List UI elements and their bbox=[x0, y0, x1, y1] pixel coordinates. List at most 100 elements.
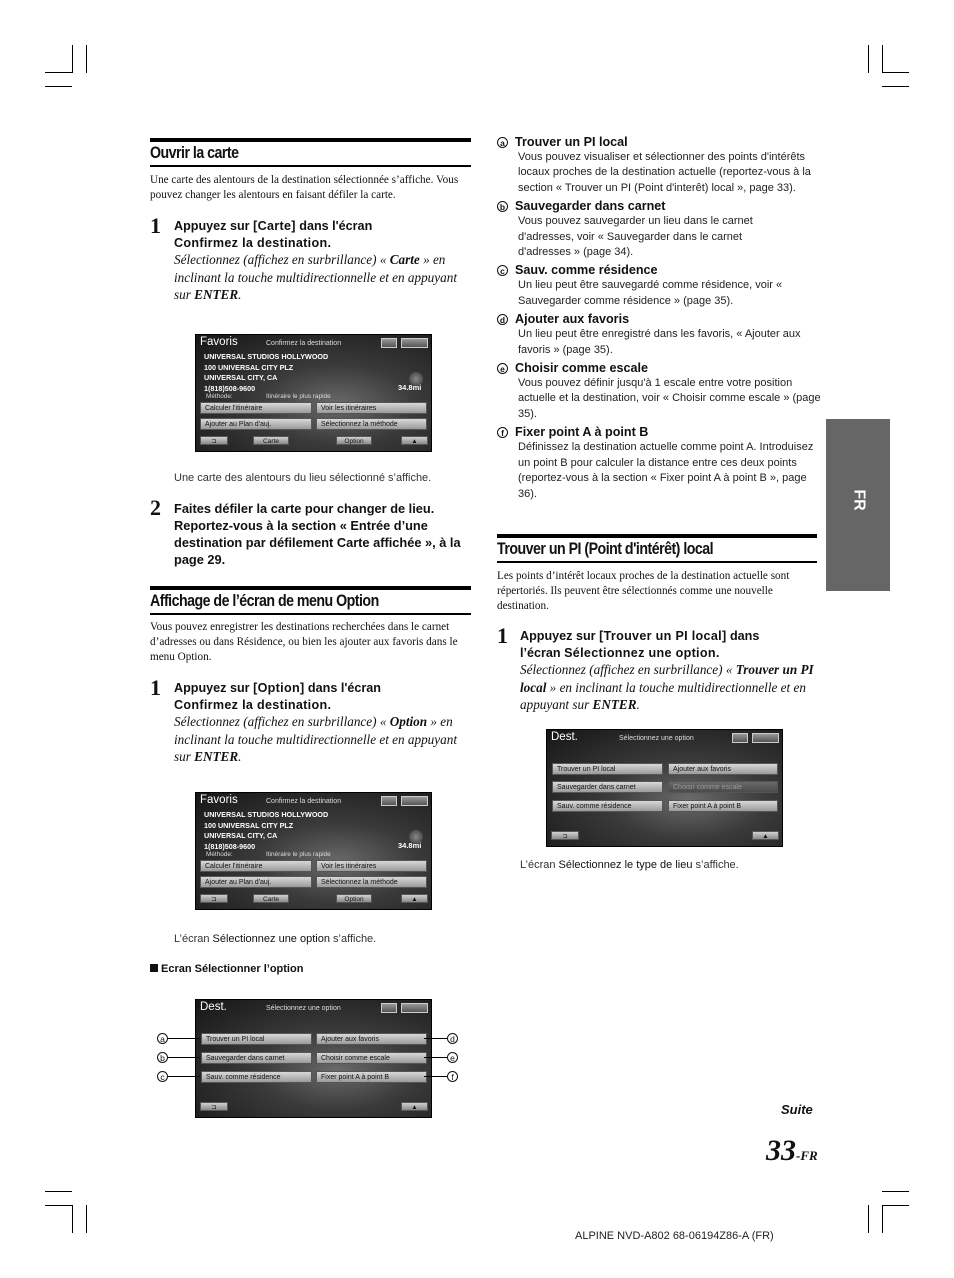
option-item-d: d Ajouter aux favoris Un lieu peut être e… bbox=[497, 312, 822, 358]
add-to-plan-button[interactable]: Ajouter au Plan d'auj. bbox=[200, 418, 312, 430]
heading-text: Affichage de l’écran de menu Option bbox=[150, 592, 379, 610]
select-method-button[interactable]: Sélectionnez la méthode bbox=[316, 418, 427, 430]
screen-caption: L’écran Sélectionnez le type de lieu s’a… bbox=[520, 859, 739, 871]
screen-select-option: Dest. Sélectionnez une option Trouver un… bbox=[195, 999, 432, 1118]
crop-mark bbox=[45, 1205, 72, 1206]
back-button[interactable]: ⊐ bbox=[551, 831, 579, 840]
section-intro: Les points d’intérêt locaux proches de l… bbox=[497, 570, 790, 612]
set-waypoint-button[interactable]: Choisir comme escale bbox=[668, 781, 778, 793]
step-number: 1 bbox=[150, 675, 161, 700]
section-intro: Une carte des alentours de la destinatio… bbox=[150, 174, 459, 201]
keyboard-icon[interactable] bbox=[752, 733, 779, 743]
method-value: Itinéraire le plus rapide bbox=[266, 393, 331, 400]
section-heading-ouvrir-carte: Ouvrir la carte bbox=[150, 138, 471, 167]
crop-mark bbox=[882, 45, 883, 73]
up-button[interactable]: ▲ bbox=[401, 1102, 428, 1111]
callout-a: a bbox=[157, 1033, 168, 1044]
add-favorites-button[interactable]: Ajouter aux favoris bbox=[316, 1033, 427, 1045]
callout-line bbox=[168, 1057, 200, 1058]
view-routes-button[interactable]: Voir les itinéraires bbox=[316, 860, 427, 872]
screen-confirm-destination-2: Favoris Confirmez la destination UNIVERS… bbox=[195, 792, 432, 910]
save-home-button[interactable]: Sauv. comme résidence bbox=[552, 800, 663, 812]
find-local-poi-button[interactable]: Trouver un PI local bbox=[201, 1033, 312, 1045]
crop-mark bbox=[868, 1205, 869, 1233]
screen-caption: Une carte des alentours du lieu sélectio… bbox=[174, 472, 432, 484]
callout-b: b bbox=[157, 1052, 168, 1063]
method-value: Itinéraire le plus rapide bbox=[266, 851, 331, 858]
save-addressbook-button[interactable]: Sauvegarder dans carnet bbox=[201, 1052, 312, 1064]
option-item-e: e Choisir comme escale Vous pouvez défini… bbox=[497, 361, 822, 422]
method-label: Méthode: bbox=[206, 393, 233, 400]
section-intro: Vous pouvez enregistrer les destinations… bbox=[150, 621, 458, 663]
step-number: 1 bbox=[497, 623, 508, 648]
callout-line bbox=[168, 1076, 200, 1077]
crop-mark bbox=[45, 86, 72, 87]
map-view-icon[interactable] bbox=[381, 796, 397, 806]
screen-subtitle: Sélectionnez une option bbox=[619, 735, 694, 742]
up-button[interactable]: ▲ bbox=[752, 831, 779, 840]
option-item-c: c Sauv. comme résidence Un lieu peut être… bbox=[497, 263, 822, 309]
screen-caption: L’écran Sélectionnez une option s’affich… bbox=[174, 933, 377, 945]
callout-line bbox=[168, 1038, 200, 1039]
save-addressbook-button[interactable]: Sauvegarder dans carnet bbox=[552, 781, 663, 793]
map-view-icon[interactable] bbox=[732, 733, 748, 743]
carte-button[interactable]: Carte bbox=[253, 436, 289, 445]
callout-e: e bbox=[447, 1052, 458, 1063]
crop-mark bbox=[882, 86, 909, 87]
up-button[interactable]: ▲ bbox=[401, 894, 428, 903]
screen-title: Favoris bbox=[200, 336, 238, 348]
find-local-poi-button[interactable]: Trouver un PI local bbox=[552, 763, 663, 775]
calculate-route-button[interactable]: Calculer l'itinéraire bbox=[200, 860, 312, 872]
add-favorites-button[interactable]: Ajouter aux favoris bbox=[668, 763, 778, 775]
square-bullet-icon bbox=[150, 964, 158, 972]
screen-subtitle: Sélectionnez une option bbox=[266, 1005, 341, 1012]
method-label: Méthode: bbox=[206, 851, 233, 858]
option-button[interactable]: Option bbox=[336, 894, 372, 903]
up-button[interactable]: ▲ bbox=[401, 436, 428, 445]
callout-line bbox=[424, 1076, 447, 1077]
callout-d: d bbox=[447, 1033, 458, 1044]
crop-mark bbox=[86, 1205, 87, 1233]
carte-button[interactable]: Carte bbox=[253, 894, 289, 903]
point-a-to-b-button[interactable]: Fixer point A à point B bbox=[668, 800, 778, 812]
crop-mark bbox=[72, 45, 73, 73]
callout-f: f bbox=[447, 1071, 458, 1082]
section-heading-trouver-pi: Trouver un PI (Point d'intérêt) local bbox=[497, 534, 817, 563]
add-to-plan-button[interactable]: Ajouter au Plan d'auj. bbox=[200, 876, 312, 888]
select-method-button[interactable]: Sélectionnez la méthode bbox=[316, 876, 427, 888]
step-instruction: Appuyez sur [Trouver un PI local] dans l… bbox=[520, 629, 814, 712]
set-waypoint-button[interactable]: Choisir comme escale bbox=[316, 1052, 427, 1064]
keyboard-icon[interactable] bbox=[401, 338, 428, 348]
crop-mark bbox=[45, 72, 72, 73]
destination-info: UNIVERSAL STUDIOS HOLLYWOOD 100 UNIVERSAL… bbox=[204, 810, 329, 851]
back-button[interactable]: ⊐ bbox=[200, 436, 228, 445]
crop-mark bbox=[86, 45, 87, 73]
page-number: 33-FR bbox=[766, 1134, 818, 1167]
back-button[interactable]: ⊐ bbox=[200, 894, 228, 903]
screen-confirm-destination-1: Favoris Confirmez la destination UNIVERS… bbox=[195, 334, 432, 452]
callout-c: c bbox=[157, 1071, 168, 1082]
view-routes-button[interactable]: Voir les itinéraires bbox=[316, 402, 427, 414]
calculate-route-button[interactable]: Calculer l'itinéraire bbox=[200, 402, 312, 414]
callout-line bbox=[424, 1057, 447, 1058]
crop-mark bbox=[868, 45, 869, 73]
save-home-button[interactable]: Sauv. comme résidence bbox=[201, 1071, 312, 1083]
continued-label: Suite bbox=[781, 1102, 813, 1117]
model-footer: ALPINE NVD-A802 68-06194Z86-A (FR) bbox=[575, 1230, 774, 1242]
step-instruction: Appuyez sur [Carte] dans l'écran Confirm… bbox=[174, 219, 457, 302]
step-instruction: Faites défiler la carte pour changer de … bbox=[174, 501, 461, 567]
map-view-icon[interactable] bbox=[381, 338, 397, 348]
back-button[interactable]: ⊐ bbox=[200, 1102, 228, 1111]
keyboard-icon[interactable] bbox=[401, 1003, 428, 1013]
crop-mark bbox=[882, 1205, 883, 1233]
option-button[interactable]: Option bbox=[336, 436, 372, 445]
screen-title: Dest. bbox=[551, 731, 578, 743]
crop-mark bbox=[882, 1191, 909, 1192]
map-view-icon[interactable] bbox=[381, 1003, 397, 1013]
subheading: Ecran Sélectionner l’option bbox=[150, 963, 303, 975]
destination-info: UNIVERSAL STUDIOS HOLLYWOOD 100 UNIVERSAL… bbox=[204, 352, 329, 393]
point-a-to-b-button[interactable]: Fixer point A à point B bbox=[316, 1071, 427, 1083]
distance-readout: 34.8mi bbox=[398, 841, 422, 850]
keyboard-icon[interactable] bbox=[401, 796, 428, 806]
distance-readout: 34.8mi bbox=[398, 383, 422, 392]
